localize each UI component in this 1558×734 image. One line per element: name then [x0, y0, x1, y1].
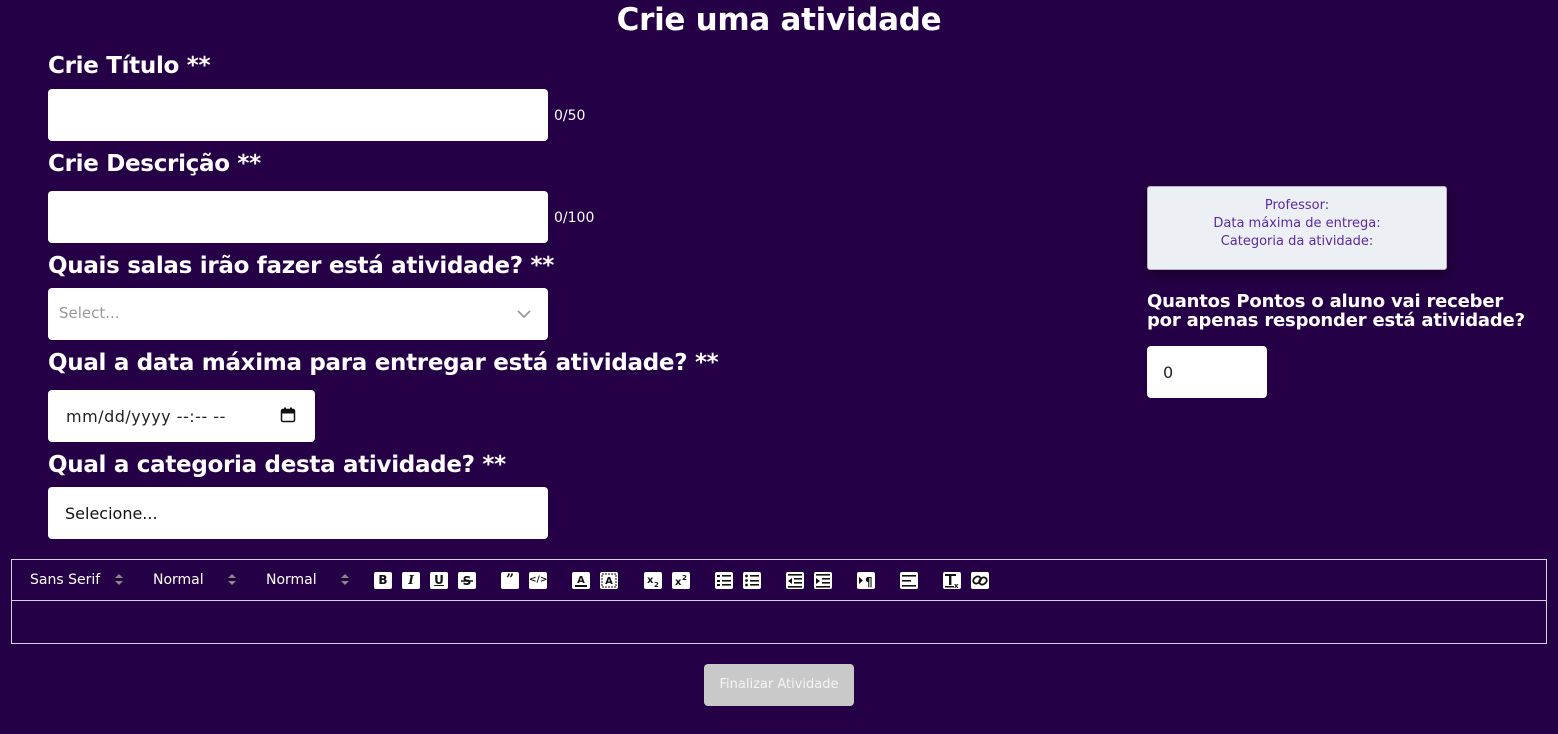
page-title: Crie uma atividade — [616, 2, 942, 38]
outdent-icon[interactable] — [786, 572, 804, 589]
ordered-list-icon[interactable] — [715, 572, 733, 589]
deadline-input[interactable]: mm/dd/yyyy --:-- -- — [48, 390, 315, 442]
subscript-icon[interactable]: x2 — [644, 572, 662, 589]
size-picker-arrows-icon[interactable] — [228, 573, 236, 587]
description-counter: 0/100 — [554, 210, 595, 226]
category-label: Qual a categoria desta atividade? ** — [48, 452, 506, 478]
svg-text:x: x — [675, 577, 682, 588]
header-picker[interactable]: Normal — [266, 572, 317, 588]
font-picker[interactable]: Sans Serif — [30, 572, 100, 588]
card-professor: Professor: — [1264, 198, 1330, 213]
title-counter: 0/50 — [554, 108, 586, 124]
align-icon[interactable] — [900, 572, 918, 589]
points-label-line1: Quantos Pontos o aluno vai receber — [1147, 291, 1504, 312]
link-icon[interactable] — [971, 572, 989, 589]
points-input[interactable] — [1147, 346, 1267, 398]
svg-text:¶: ¶ — [865, 575, 873, 589]
bullet-list-icon[interactable] — [743, 572, 761, 589]
header-picker-arrows-icon[interactable] — [341, 573, 349, 587]
size-picker[interactable]: Normal — [153, 572, 204, 588]
code-block-icon[interactable]: </> — [529, 572, 547, 589]
rooms-label: Quais salas irão fazer está atividade? *… — [48, 253, 554, 279]
category-value: Selecione... — [65, 504, 158, 523]
text-direction-icon[interactable]: ¶ — [857, 572, 875, 589]
points-label: Quantos Pontos o aluno vai receber por a… — [1147, 292, 1547, 330]
editor-content-area[interactable] — [12, 601, 1546, 643]
card-deadline: Data máxima de entrega: — [1213, 216, 1381, 231]
rooms-select[interactable]: Select... — [48, 288, 548, 340]
strike-icon[interactable]: S — [458, 572, 476, 589]
finish-activity-button[interactable]: Finalizar Atividade — [704, 664, 854, 706]
underline-icon[interactable]: U — [430, 572, 448, 589]
calendar-icon[interactable] — [280, 407, 296, 427]
card-category: Categoria da atividade: — [1220, 234, 1374, 249]
font-picker-arrows-icon[interactable] — [115, 573, 123, 587]
description-label: Crie Descrição ** — [48, 151, 261, 177]
svg-text:2: 2 — [682, 574, 687, 582]
svg-text:x: x — [954, 582, 959, 589]
chevron-down-icon[interactable] — [516, 306, 532, 326]
background-color-icon[interactable]: A — [600, 572, 618, 589]
deadline-label: Qual a data máxima para entregar está at… — [48, 350, 719, 376]
bold-icon[interactable]: B — [374, 572, 392, 589]
activity-summary-card: Professor: Data máxima de entrega: Categ… — [1147, 186, 1447, 270]
svg-text:A: A — [605, 576, 613, 587]
rooms-select-placeholder: Select... — [59, 304, 120, 322]
svg-text:A: A — [577, 575, 585, 586]
clean-format-icon[interactable]: x — [943, 572, 961, 589]
svg-text:x: x — [647, 575, 654, 586]
category-select[interactable]: Selecione... — [48, 487, 548, 539]
title-label: Crie Título ** — [48, 53, 211, 79]
text-color-icon[interactable]: A — [572, 572, 590, 589]
editor-toolbar: Sans Serif Normal Normal B I U S ” </> A… — [12, 560, 1546, 601]
description-input[interactable] — [48, 191, 548, 243]
blockquote-icon[interactable]: ” — [501, 572, 519, 589]
indent-icon[interactable] — [814, 572, 832, 589]
svg-text:2: 2 — [654, 581, 659, 589]
deadline-placeholder: mm/dd/yyyy --:-- -- — [66, 407, 226, 426]
superscript-icon[interactable]: x2 — [672, 572, 690, 589]
rich-text-editor: Sans Serif Normal Normal B I U S ” </> A… — [11, 559, 1547, 644]
italic-icon[interactable]: I — [402, 572, 420, 589]
title-input[interactable] — [48, 89, 548, 141]
points-label-line2: por apenas responder está atividade? — [1147, 310, 1525, 331]
